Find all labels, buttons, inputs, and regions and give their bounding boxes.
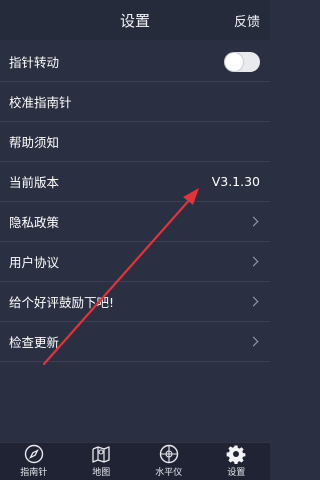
setting-label: 当前版本 <box>9 175 60 190</box>
tab-label: 指南针 <box>20 468 48 478</box>
setting-current-version: 当前版本 V3.1.30 <box>0 162 270 202</box>
level-icon <box>159 444 178 464</box>
setting-privacy-policy[interactable]: 隐私政策 <box>0 202 270 242</box>
setting-label: 给个好评鼓励下吧! <box>9 295 115 310</box>
setting-user-agreement[interactable]: 用户协议 <box>0 242 270 282</box>
compass-icon <box>24 444 43 464</box>
tab-label: 水平仪 <box>155 468 183 478</box>
setting-label: 指针转动 <box>9 55 60 70</box>
version-value: V3.1.30 <box>211 174 260 189</box>
tab-map[interactable]: 地图 <box>68 443 136 480</box>
chevron-right-icon <box>248 336 259 347</box>
setting-label: 帮助须知 <box>9 135 60 150</box>
tab-compass[interactable]: 指南针 <box>0 443 68 480</box>
chevron-right-icon <box>248 216 259 227</box>
toggle-knob <box>225 52 243 71</box>
page-title: 设置 <box>119 11 150 30</box>
setting-label: 检查更新 <box>9 335 60 350</box>
pointer-rotation-toggle[interactable] <box>224 51 260 72</box>
feedback-button[interactable]: 反馈 <box>234 11 260 30</box>
setting-label: 校准指南针 <box>9 95 72 110</box>
setting-label: 隐私政策 <box>9 215 60 230</box>
setting-check-update[interactable]: 检查更新 <box>0 322 270 362</box>
bottom-tab-bar: 指南针 地图 水平仪 设置 <box>0 442 270 480</box>
tab-label: 设置 <box>227 468 246 478</box>
tab-level[interactable]: 水平仪 <box>135 443 203 480</box>
setting-calibrate-compass[interactable]: 校准指南针 <box>0 82 270 122</box>
settings-list: 指针转动 校准指南针 帮助须知 当前版本 V3.1.30 隐私政策 用户协议 给… <box>0 42 270 362</box>
tab-label: 地图 <box>92 468 111 478</box>
chevron-right-icon <box>248 256 259 267</box>
chevron-right-icon <box>248 296 259 307</box>
tab-settings[interactable]: 设置 <box>203 443 271 480</box>
gear-icon <box>226 445 246 464</box>
setting-label: 用户协议 <box>9 255 60 270</box>
map-icon <box>92 446 110 463</box>
top-bar: 设置 反馈 <box>0 0 270 40</box>
setting-pointer-rotation: 指针转动 <box>0 42 270 82</box>
setting-rate-app[interactable]: 给个好评鼓励下吧! <box>0 282 270 322</box>
setting-help[interactable]: 帮助须知 <box>0 122 270 162</box>
